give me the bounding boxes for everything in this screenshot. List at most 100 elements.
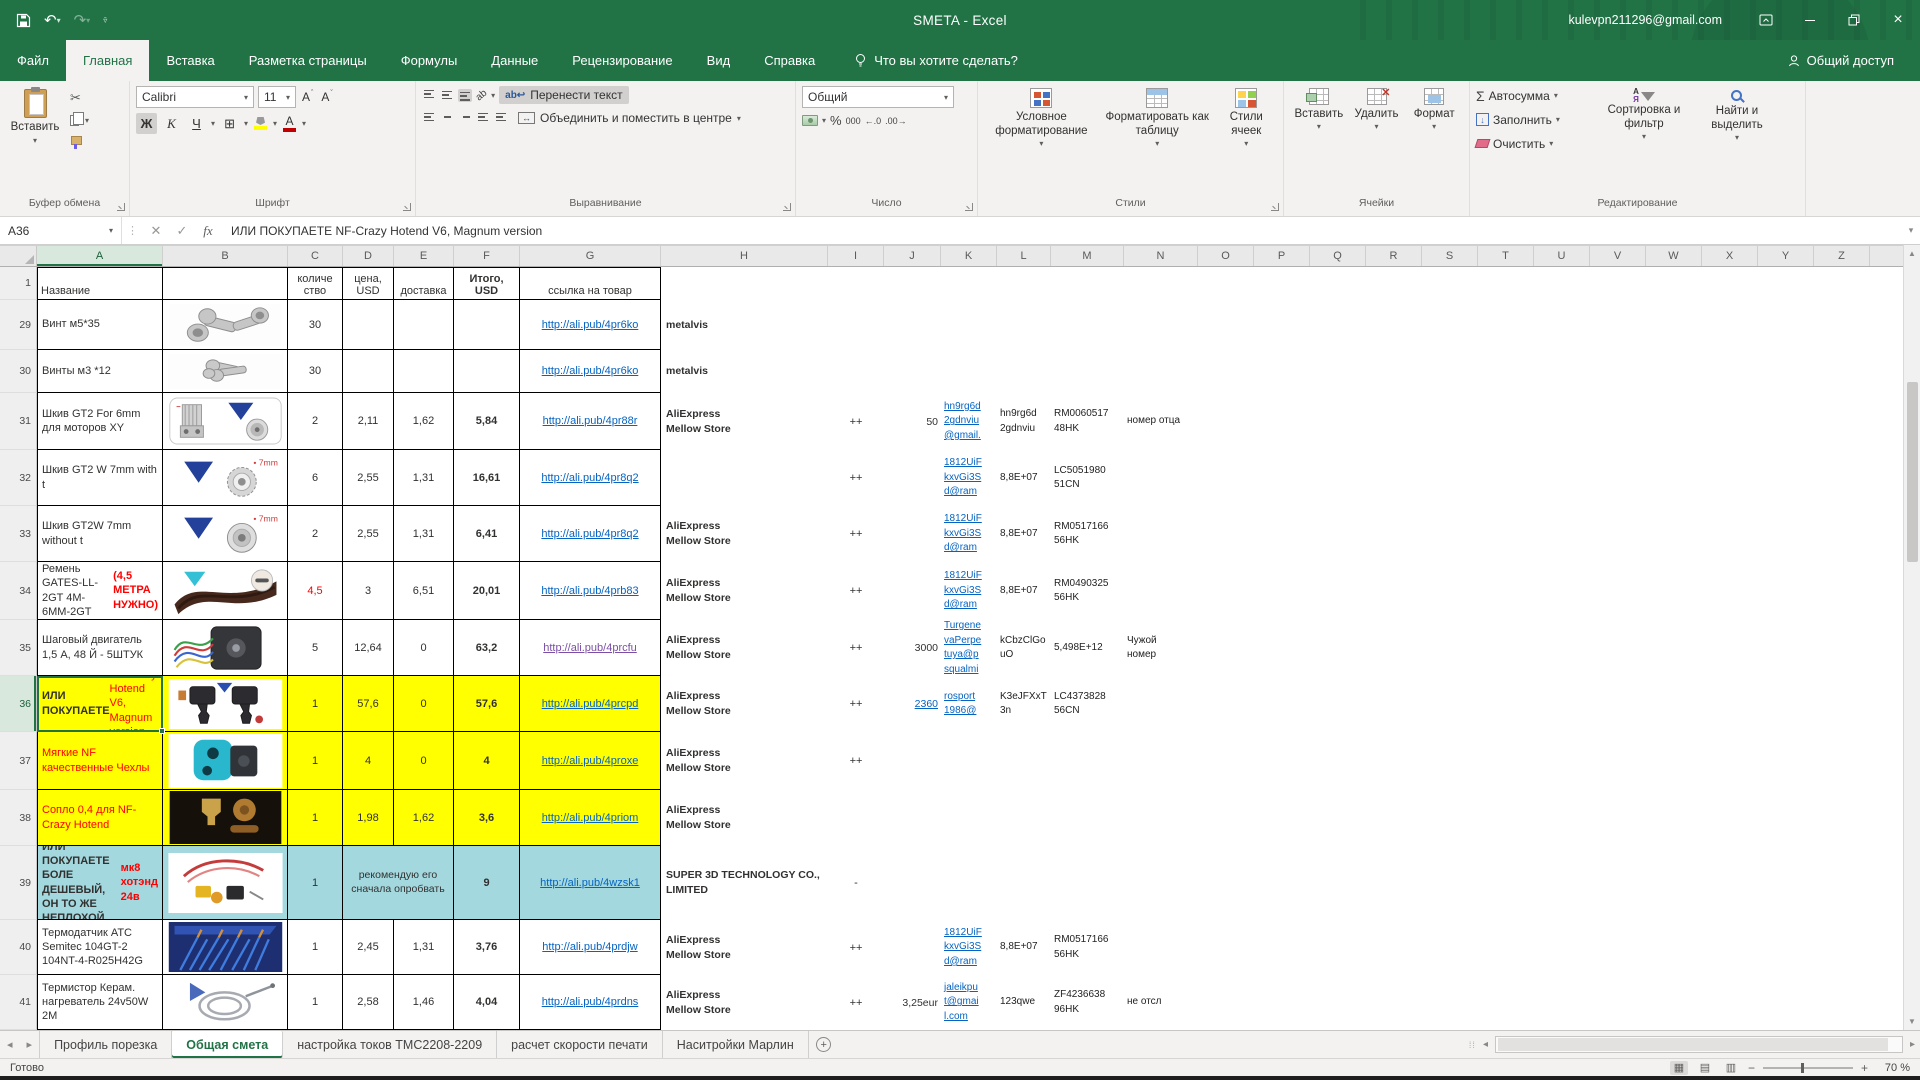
fill-color-button[interactable] xyxy=(252,117,269,130)
cell-L35[interactable]: kCbzClGouO xyxy=(997,620,1051,676)
column-header-R[interactable]: R xyxy=(1366,246,1422,266)
cell-J39[interactable] xyxy=(884,846,941,920)
column-header-Q[interactable]: Q xyxy=(1310,246,1366,266)
cell-L37[interactable] xyxy=(997,732,1051,790)
cell-E40[interactable]: 1,31 xyxy=(394,920,454,975)
cell-C37[interactable]: 1 xyxy=(288,732,343,790)
cell-I30[interactable] xyxy=(828,350,884,393)
column-header-V[interactable]: V xyxy=(1590,246,1646,266)
horizontal-scrollbar[interactable]: ⁞⁞ ◂ ▸ xyxy=(1469,1031,1920,1058)
product-link[interactable]: http://ali.pub/4pr6ko xyxy=(542,365,639,377)
wrap-text-button[interactable]: ab↩Перенести текст xyxy=(499,86,628,104)
clipboard-dialog-launcher[interactable] xyxy=(117,203,125,211)
tracking-link[interactable]: d@ram xyxy=(944,955,997,970)
cell-E32[interactable]: 1,31 xyxy=(394,450,454,506)
align-center-icon[interactable] xyxy=(440,112,454,125)
cell-K36[interactable]: rosport1986@ xyxy=(941,676,997,732)
cell-I33[interactable]: ++ xyxy=(828,506,884,562)
cell-J37[interactable] xyxy=(884,732,941,790)
cell-C31[interactable]: 2 xyxy=(288,393,343,450)
row-header-38[interactable]: 38 xyxy=(0,790,37,846)
row-header-39[interactable]: 39 xyxy=(0,846,37,920)
cell-B32[interactable]: • 7mm xyxy=(163,450,288,506)
column-header-M[interactable]: M xyxy=(1051,246,1124,266)
column-header-U[interactable]: U xyxy=(1534,246,1590,266)
cell-M29[interactable] xyxy=(1051,300,1124,350)
prev-sheet-icon[interactable]: ◂ xyxy=(0,1031,20,1058)
row-header-41[interactable]: 41 xyxy=(0,975,37,1030)
tracking-link[interactable]: vaPerpe xyxy=(944,634,997,649)
cell-B30[interactable] xyxy=(163,350,288,393)
tracking-link[interactable]: tuya@p xyxy=(944,648,997,663)
row-header-1[interactable]: 1 xyxy=(0,267,37,300)
bold-button[interactable]: Ж xyxy=(136,113,157,134)
cell-G30[interactable]: http://ali.pub/4pr6ko xyxy=(520,350,661,393)
cell-H41[interactable]: AliExpressMellow Store xyxy=(661,975,828,1030)
cell-D29[interactable] xyxy=(343,300,394,350)
cell-N38[interactable] xyxy=(1124,790,1198,846)
cell-A38[interactable]: Сопло 0,4 для NF-Crazy Hotend xyxy=(37,790,163,846)
column-header-B[interactable]: B xyxy=(163,246,288,266)
cell-A40[interactable]: Термодатчик АТС Semitec 104GT-2 104NT-4-… xyxy=(37,920,163,975)
cell-A41[interactable]: Термистор Керам. нагреватель 24v50W 2М xyxy=(37,975,163,1030)
cell-B40[interactable] xyxy=(163,920,288,975)
product-link[interactable]: http://ali.pub/4pr8q2 xyxy=(541,472,638,484)
cell-B34[interactable] xyxy=(163,562,288,620)
tab-formulas[interactable]: Формулы xyxy=(384,40,475,81)
row-header-32[interactable]: 32 xyxy=(0,450,37,506)
cell-H35[interactable]: AliExpressMellow Store xyxy=(661,620,828,676)
conditional-formatting-button[interactable]: Условное форматирование▾ xyxy=(984,86,1099,194)
cell-C36[interactable]: 1 xyxy=(288,676,343,732)
borders-icon[interactable]: ⊞ xyxy=(219,113,240,134)
align-top-icon[interactable] xyxy=(422,89,436,102)
scroll-up-icon[interactable]: ▲ xyxy=(1908,245,1916,262)
product-link[interactable]: http://ali.pub/4pr88r xyxy=(543,415,638,427)
cell-J33[interactable] xyxy=(884,506,941,562)
tracking-link[interactable]: rosport xyxy=(944,690,997,705)
alignment-dialog-launcher[interactable] xyxy=(783,203,791,211)
vertical-scroll-thumb[interactable] xyxy=(1907,382,1918,562)
cell-G39[interactable]: http://ali.pub/4wzsk1 xyxy=(520,846,661,920)
normal-view-icon[interactable]: ▦ xyxy=(1670,1061,1688,1075)
cell-C34[interactable]: 4,5 xyxy=(288,562,343,620)
font-name-select[interactable]: Calibri▾ xyxy=(136,86,254,108)
cell-I34[interactable]: ++ xyxy=(828,562,884,620)
share-button[interactable]: Общий доступ xyxy=(1787,40,1894,81)
cell-I29[interactable] xyxy=(828,300,884,350)
row-header-29[interactable]: 29 xyxy=(0,300,37,350)
cell-A37[interactable]: Мягкие NF качественные Чехлы xyxy=(37,732,163,790)
currency-icon[interactable] xyxy=(802,115,818,126)
restore-button[interactable] xyxy=(1832,0,1876,40)
fill-button[interactable]: ↓Заполнить▾ xyxy=(1476,110,1594,129)
scroll-right-icon[interactable]: ▸ xyxy=(1907,1039,1918,1050)
cell-C1[interactable]: количе ство xyxy=(288,267,343,300)
cell-K29[interactable] xyxy=(941,300,997,350)
align-left-icon[interactable] xyxy=(422,112,436,125)
increase-decimal-icon[interactable]: ←.0 xyxy=(865,116,882,126)
tell-me-search[interactable]: Что вы хотите сделать? xyxy=(854,40,1018,81)
cell-N33[interactable] xyxy=(1124,506,1198,562)
orientation-icon[interactable]: ab xyxy=(474,87,490,103)
number-format-select[interactable]: Общий▾ xyxy=(802,86,954,108)
cell-N39[interactable] xyxy=(1124,846,1198,920)
cell-A33[interactable]: Шкив GT2W 7mm without t xyxy=(37,506,163,562)
cell-C32[interactable]: 6 xyxy=(288,450,343,506)
number-dialog-launcher[interactable] xyxy=(965,203,973,211)
cell-H31[interactable]: AliExpressMellow Store xyxy=(661,393,828,450)
row-header-40[interactable]: 40 xyxy=(0,920,37,975)
cell-D1[interactable]: цена, USD xyxy=(343,267,394,300)
page-layout-view-icon[interactable]: ▤ xyxy=(1696,1061,1714,1075)
horizontal-scroll-thumb[interactable] xyxy=(1498,1038,1888,1051)
cell-F31[interactable]: 5,84 xyxy=(454,393,520,450)
column-header-F[interactable]: F xyxy=(454,246,520,266)
column-header-D[interactable]: D xyxy=(343,246,394,266)
cell-C33[interactable]: 2 xyxy=(288,506,343,562)
cell-A39[interactable]: ИЛИ ПОКУПАЕТЕ БОЛЕ ДЕШЕВЫЙ, ОН ТО ЖЕ НЕП… xyxy=(37,846,163,920)
cell-C41[interactable]: 1 xyxy=(288,975,343,1030)
tab-help[interactable]: Справка xyxy=(747,40,832,81)
cell-J29[interactable] xyxy=(884,300,941,350)
cell-E37[interactable]: 0 xyxy=(394,732,454,790)
increase-indent-icon[interactable] xyxy=(494,112,508,125)
undo-icon[interactable]: ↶▾ xyxy=(44,11,61,29)
cell-A35[interactable]: Шаговый двигатель 1,5 А, 48 Й - 5ШТУК xyxy=(37,620,163,676)
